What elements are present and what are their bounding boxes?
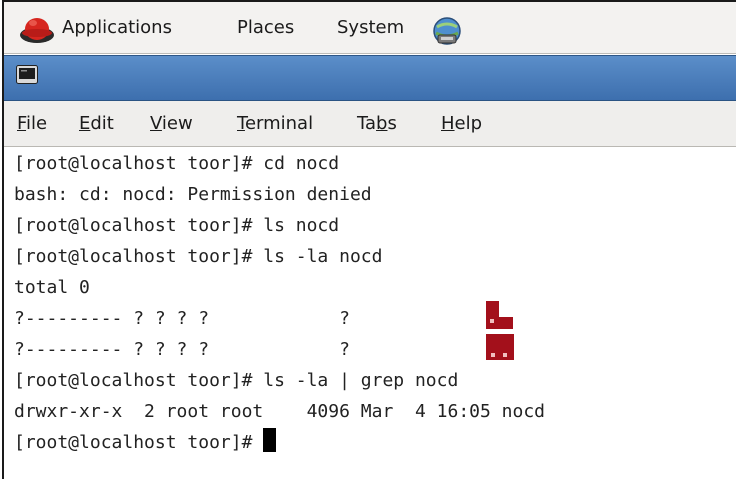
corrupt-filename-glyph	[486, 301, 499, 329]
terminal-line: bash: cd: nocd: Permission denied	[14, 184, 372, 205]
terminal-line: [root@localhost toor]# cd nocd	[14, 153, 340, 174]
terminal-line: [root@localhost toor]# ls nocd	[14, 215, 340, 236]
menu-help-mnemonic: H	[441, 113, 455, 134]
system-menu[interactable]: System	[337, 15, 404, 41]
terminal-line: [root@localhost toor]# ls -la | grep noc…	[14, 370, 459, 391]
terminal-line: ?--------- ? ? ? ? ?	[14, 339, 350, 360]
menu-terminal-mnemonic: T	[237, 113, 245, 134]
menu-view-mnemonic: V	[150, 113, 162, 134]
glyph-dot	[491, 353, 495, 357]
menu-edit[interactable]: Edit	[79, 111, 114, 137]
text-cursor	[263, 428, 277, 452]
terminal-menubar: File Edit View Terminal Tabs Help	[4, 101, 736, 147]
glyph-dot	[503, 353, 507, 357]
applications-menu[interactable]: Applications	[62, 15, 172, 41]
terminal-prompt: [root@localhost toor]#	[14, 432, 264, 453]
terminal-output[interactable]: [root@localhost toor]# cd nocd bash: cd:…	[14, 148, 736, 479]
window-titlebar[interactable]	[4, 55, 736, 101]
terminal-prompt-line: [root@localhost toor]#	[14, 427, 277, 458]
desktop-screen: Applications Places System File Edit Vie…	[2, 0, 736, 479]
menu-terminal[interactable]: Terminal	[237, 111, 313, 137]
glyph-dot	[490, 319, 494, 323]
menu-terminal-label: erminal	[244, 113, 314, 134]
menu-edit-mnemonic: E	[79, 113, 91, 134]
places-menu[interactable]: Places	[237, 15, 294, 41]
menu-help[interactable]: Help	[441, 111, 482, 137]
menu-view-label: iew	[161, 113, 193, 134]
redhat-icon[interactable]	[19, 15, 55, 45]
menu-tabs[interactable]: Tabs	[357, 111, 397, 137]
network-icon[interactable]	[431, 15, 463, 47]
menu-view[interactable]: View	[150, 111, 193, 137]
menu-tabs-label-post: s	[387, 113, 397, 134]
corrupt-filename-glyph	[486, 334, 514, 360]
menu-edit-label: dit	[90, 113, 114, 134]
terminal-line: drwxr-xr-x 2 root root 4096 Mar 4 16:05 …	[14, 401, 546, 422]
terminal-line: ?--------- ? ? ? ? ?	[14, 308, 350, 329]
menu-file-label: ile	[26, 113, 48, 134]
menu-file-mnemonic: F	[17, 113, 27, 134]
terminal-line: [root@localhost toor]# ls -la nocd	[14, 246, 383, 267]
corrupt-filename-glyph	[499, 317, 513, 329]
terminal-icon	[16, 65, 38, 84]
menu-tabs-mnemonic: b	[376, 113, 388, 134]
terminal-line: total 0	[14, 277, 90, 298]
menu-help-label: elp	[454, 113, 483, 134]
top-panel: Applications Places System	[4, 0, 736, 54]
menu-tabs-label-pre: Ta	[357, 113, 377, 134]
menu-file[interactable]: File	[17, 111, 47, 137]
